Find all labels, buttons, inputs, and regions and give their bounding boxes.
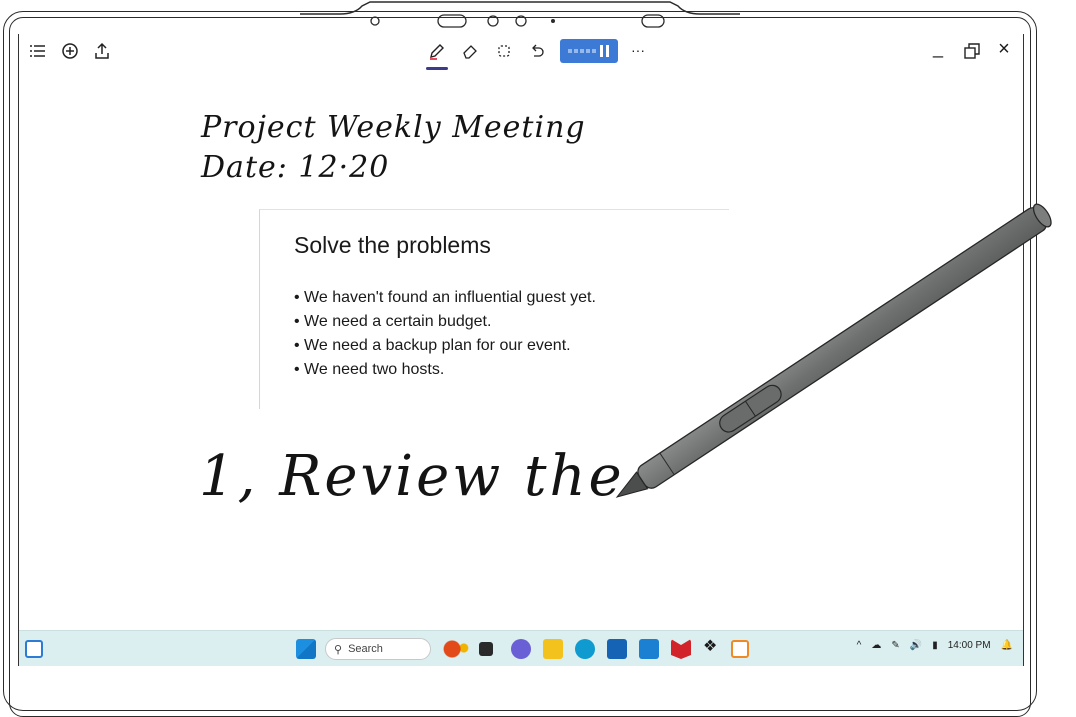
card-heading: Solve the problems [294, 232, 491, 258]
widgets-icon[interactable] [25, 640, 43, 658]
chat-icon[interactable] [511, 639, 531, 659]
restore-icon[interactable] [961, 40, 983, 62]
recording-pause-button[interactable] [560, 39, 618, 63]
notification-bell-icon[interactable]: 🔔 [1001, 640, 1013, 651]
handwritten-title: Project Weekly Meeting [201, 110, 586, 145]
handwritten-note-in-progress: 1, Review the [199, 444, 625, 509]
clock[interactable]: 14:00 PM [948, 640, 991, 651]
notes-app-icon[interactable] [731, 640, 749, 658]
system-tray: ^ ☁ ✎ 🔊 ▮ 14:00 PM 🔔 [857, 640, 1013, 651]
undo-icon[interactable] [526, 40, 548, 62]
volume-icon[interactable]: 🔊 [910, 640, 922, 651]
onedrive-icon[interactable]: ☁ [871, 640, 881, 651]
battery-icon[interactable]: ▮ [932, 640, 938, 651]
inserted-text-card[interactable]: Solve the problems • We haven't found an… [259, 209, 729, 409]
dropbox-icon[interactable]: ❖ [703, 636, 723, 656]
problem-list: • We haven't found an influential guest … [294, 286, 596, 382]
windows-taskbar: ⚲ Search ❖ ^ ☁ ✎ 🔊 ▮ 14:00 PM 🔔 [19, 630, 1023, 666]
close-button[interactable]: × [993, 38, 1015, 60]
share-upload-icon[interactable] [91, 40, 113, 62]
more-options-button[interactable]: ··· [627, 39, 649, 61]
file-explorer-icon[interactable] [543, 639, 563, 659]
menu-icon[interactable] [27, 40, 49, 62]
pen-icon[interactable] [426, 40, 448, 62]
app-toolbar: ··· _ × [19, 34, 1023, 70]
pause-icon-bar [606, 45, 609, 57]
pause-icon [600, 45, 603, 57]
pen-tray-icon[interactable]: ✎ [891, 640, 899, 651]
list-item: • We need two hosts. [294, 361, 445, 378]
start-icon[interactable] [296, 639, 316, 659]
list-item: • We haven't found an influential guest … [294, 289, 596, 306]
store-icon[interactable] [607, 639, 627, 659]
minimize-button[interactable]: _ [927, 37, 949, 59]
app-screen: ··· _ × Project Weekly Meeting Date: 12·… [18, 34, 1024, 666]
recording-level-indicator [568, 49, 598, 53]
device-top-hinge [300, 1, 740, 28]
list-item: • We need a backup plan for our event. [294, 337, 571, 354]
eraser-icon[interactable] [459, 40, 481, 62]
task-view-icon[interactable] [479, 642, 493, 656]
list-item: • We need a certain budget. [294, 313, 492, 330]
handwritten-date: Date: 12·20 [201, 150, 390, 185]
lenovo-app-icon[interactable] [639, 639, 659, 659]
search-icon: ⚲ [334, 643, 343, 656]
edge-icon[interactable] [575, 639, 595, 659]
add-circle-icon[interactable] [59, 40, 81, 62]
search-label: Search [348, 643, 383, 655]
mcafee-icon[interactable] [671, 639, 691, 659]
chevron-up-icon[interactable]: ^ [857, 640, 862, 651]
lasso-select-icon[interactable] [493, 40, 515, 62]
taskbar-search[interactable]: ⚲ Search [325, 638, 431, 660]
active-tool-indicator [426, 67, 448, 70]
copilot-icon[interactable] [443, 639, 469, 659]
